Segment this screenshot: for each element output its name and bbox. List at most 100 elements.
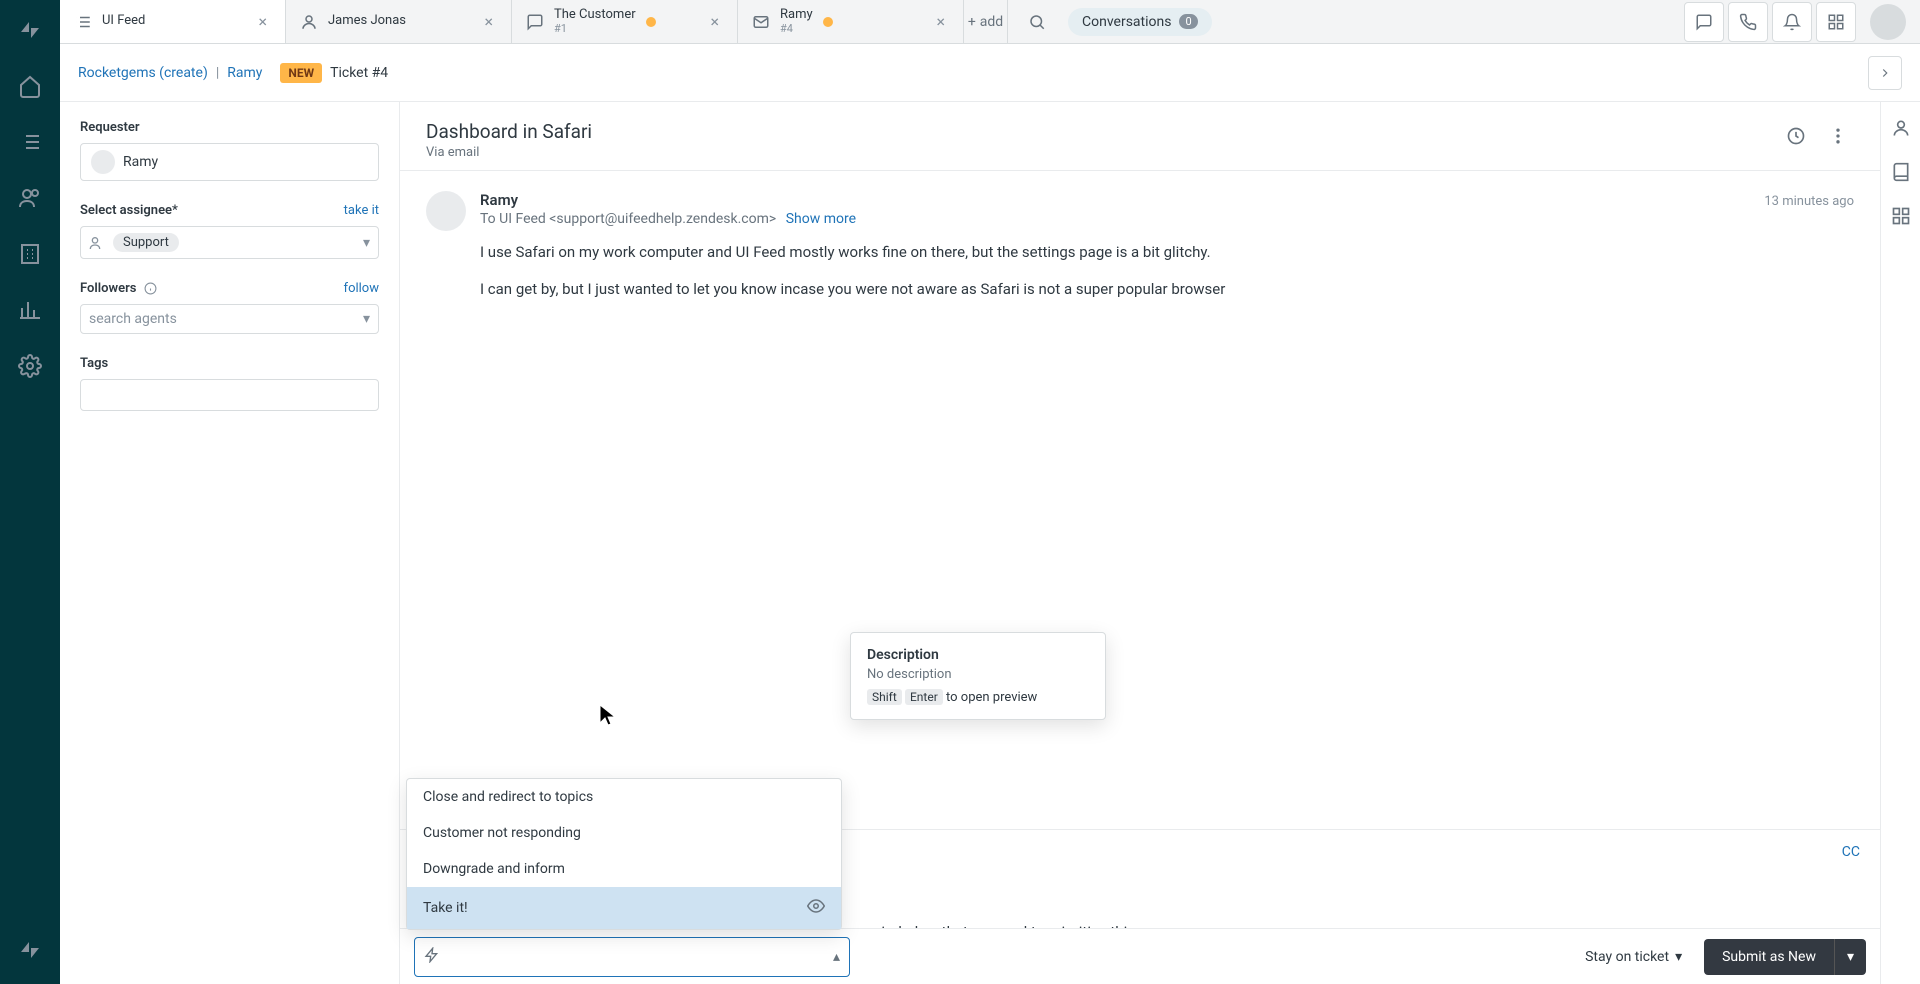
context-user-button[interactable]	[1891, 118, 1911, 142]
nav-admin[interactable]	[4, 340, 56, 392]
tab-ramy[interactable]: Ramy#4 ×	[738, 0, 964, 43]
chevron-down-icon: ▾	[363, 235, 370, 251]
message-timestamp: 13 minutes ago	[1764, 194, 1854, 209]
book-icon	[1891, 162, 1911, 182]
close-icon[interactable]: ×	[932, 8, 949, 35]
zendesk-icon	[18, 18, 42, 42]
conversation-header: Dashboard in Safari Via email	[400, 102, 1880, 171]
breadcrumb-sep: |	[216, 65, 219, 81]
nav-zendesk-bottom[interactable]	[4, 924, 56, 976]
events-button[interactable]	[1780, 120, 1812, 152]
stay-on-ticket-dropdown[interactable]: Stay on ticket ▾	[1575, 941, 1692, 973]
show-more-link[interactable]: Show more	[786, 211, 856, 227]
take-it-link[interactable]: take it	[344, 203, 379, 218]
tooltip-hint: Shift Enter to open preview	[867, 690, 1089, 705]
add-tab-button[interactable]: + add	[964, 0, 1008, 43]
kbd-enter: Enter	[905, 689, 943, 705]
stay-label: Stay on ticket	[1585, 949, 1669, 965]
context-apps-button[interactable]	[1891, 206, 1911, 230]
user-avatar[interactable]	[1870, 4, 1906, 40]
breadcrumb-user[interactable]: Ramy	[227, 65, 262, 81]
nav-home[interactable]	[4, 60, 56, 112]
via-channel: Via email	[426, 145, 1768, 160]
phone-icon	[1739, 13, 1757, 31]
submit-button[interactable]: Submit as New	[1704, 939, 1834, 975]
tab-label: The Customer	[554, 8, 636, 23]
chat-icon	[526, 13, 544, 31]
more-actions-button[interactable]	[1822, 120, 1854, 152]
tags-field: Tags	[80, 356, 379, 411]
conversations-label: Conversations	[1082, 14, 1171, 30]
building-icon	[18, 242, 42, 266]
message-body: I use Safari on my work computer and UI …	[480, 241, 1854, 302]
users-icon	[89, 235, 105, 251]
avatar	[91, 150, 115, 174]
chat-bubble-icon	[1695, 13, 1713, 31]
workspace: Requester Ramy Select assignee* take it …	[60, 102, 1880, 984]
conversations-pill[interactable]: Conversations 0	[1068, 8, 1212, 36]
conversations-count: 0	[1179, 14, 1197, 29]
macro-dropdown: Close and redirect to topics Customer no…	[406, 778, 842, 930]
grid-icon	[1827, 13, 1845, 31]
close-icon[interactable]: ×	[706, 8, 723, 35]
macro-option[interactable]: Downgrade and inform	[407, 851, 841, 887]
macro-option[interactable]: Close and redirect to topics	[407, 779, 841, 815]
macro-input[interactable]	[414, 937, 850, 977]
assignee-value: Support	[113, 233, 179, 252]
chart-icon	[18, 298, 42, 322]
breadcrumb-org[interactable]: Rocketgems (create)	[78, 65, 208, 81]
tab-the-customer[interactable]: The Customer#1 ×	[512, 0, 738, 43]
context-knowledge-button[interactable]	[1891, 162, 1911, 186]
notifications-button[interactable]	[1772, 2, 1812, 42]
add-label: add	[980, 14, 1003, 30]
requester-select[interactable]: Ramy	[80, 143, 379, 181]
ticket-sidebar: Requester Ramy Select assignee* take it …	[60, 102, 400, 984]
chevron-right-icon	[1878, 66, 1892, 80]
macro-option-selected[interactable]: Take it!	[407, 887, 841, 929]
bell-icon	[1783, 13, 1801, 31]
tab-james-jonas[interactable]: James Jonas ×	[286, 0, 512, 43]
macro-combobox[interactable]: ▴	[414, 937, 850, 977]
user-icon	[1891, 118, 1911, 138]
macro-option[interactable]: Customer not responding	[407, 815, 841, 851]
user-icon	[300, 13, 318, 31]
tab-label: Ramy	[780, 8, 813, 23]
tooltip-no-description: No description	[867, 667, 1089, 682]
nav-reports[interactable]	[4, 284, 56, 336]
followers-input[interactable]: search agents ▾	[80, 304, 379, 334]
close-icon[interactable]: ×	[254, 8, 271, 35]
chat-toggle-button[interactable]	[1684, 2, 1724, 42]
cc-button[interactable]: CC	[1842, 844, 1860, 860]
expand-button[interactable]	[1868, 56, 1902, 90]
status-indicator	[646, 17, 656, 27]
mail-icon	[752, 13, 770, 31]
followers-field: Followers follow search agents ▾	[80, 281, 379, 334]
ticket-subject[interactable]: Dashboard in Safari	[426, 120, 1768, 143]
tags-input[interactable]	[80, 379, 379, 411]
chevron-down-icon: ▾	[1675, 949, 1682, 965]
apps-button[interactable]	[1816, 2, 1856, 42]
message-author[interactable]: Ramy	[480, 191, 518, 209]
assignee-label: Select assignee*	[80, 203, 178, 218]
home-icon	[18, 74, 42, 98]
submit-dropdown[interactable]: ▾	[1834, 939, 1866, 975]
avatar	[426, 191, 466, 231]
breadcrumb-bar: Rocketgems (create) | Ramy NEW Ticket #4	[60, 44, 1920, 102]
tab-label: UI Feed	[102, 14, 145, 29]
chevron-down-icon: ▾	[363, 311, 370, 327]
info-icon	[144, 282, 157, 295]
talk-button[interactable]	[1728, 2, 1768, 42]
nav-views[interactable]	[4, 116, 56, 168]
nav-logo[interactable]	[4, 4, 56, 56]
chevron-up-icon[interactable]: ▴	[833, 949, 840, 965]
list-icon	[18, 130, 42, 154]
nav-customers[interactable]	[4, 172, 56, 224]
list-icon	[74, 13, 92, 31]
tab-ui-feed[interactable]: UI Feed ×	[60, 0, 286, 43]
assignee-select[interactable]: Support ▾	[80, 226, 379, 259]
follow-link[interactable]: follow	[344, 281, 379, 296]
tabs-bar: UI Feed × James Jonas × The Customer#1 ×…	[60, 0, 1920, 44]
search-button[interactable]	[1020, 5, 1054, 39]
close-icon[interactable]: ×	[480, 8, 497, 35]
nav-org[interactable]	[4, 228, 56, 280]
